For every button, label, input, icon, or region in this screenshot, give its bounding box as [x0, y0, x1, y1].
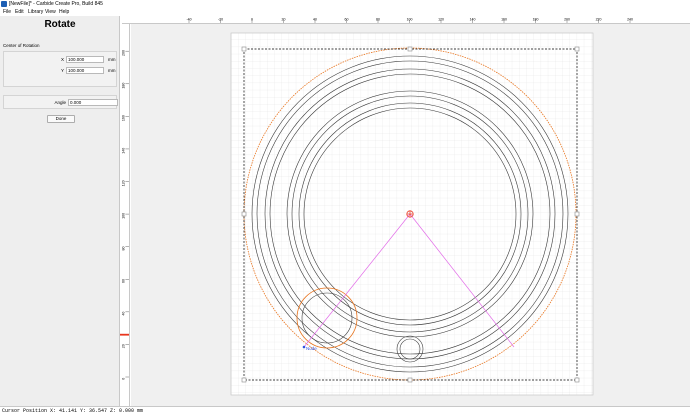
menu-library[interactable]: Library: [28, 9, 43, 16]
ruler-tick-label: 140: [470, 17, 476, 21]
design-canvas[interactable]: Node: [131, 24, 690, 406]
menu-file[interactable]: File: [3, 9, 11, 16]
handle[interactable]: [241, 377, 247, 383]
ruler-tick-label: 200: [564, 17, 570, 21]
ruler-tick-label: 80: [122, 246, 126, 250]
ruler-tick-label: -20: [218, 17, 223, 21]
center-of-rotation-group: X mm Y mm: [3, 51, 117, 87]
menu-edit[interactable]: Edit: [15, 9, 24, 16]
menu-bar: File Edit Library View Help: [0, 9, 690, 16]
done-button[interactable]: Done: [47, 115, 75, 123]
ruler-tick-label: 120: [122, 180, 126, 186]
ruler-tick-label: 220: [596, 17, 602, 21]
ruler-tick-label: 60: [345, 17, 349, 21]
y-input[interactable]: [66, 67, 104, 74]
ruler-tick-label: 80: [376, 17, 380, 21]
ruler-tick-label: 180: [533, 17, 539, 21]
angle-group: Angle: [3, 95, 118, 109]
node-dot[interactable]: [302, 345, 306, 349]
ruler-tick-label: 0: [251, 17, 253, 21]
ruler-tick-label: 120: [438, 17, 444, 21]
ruler-tick-label: 100: [407, 17, 413, 21]
ruler-tick-label: 180: [122, 83, 126, 89]
ruler-tick-label: 0: [121, 378, 125, 380]
handle[interactable]: [407, 377, 413, 383]
ruler-tick-label: -40: [186, 17, 191, 21]
vertical-ruler: 200180160140120100806040200: [120, 24, 130, 406]
ruler-tick-label: 20: [282, 17, 286, 21]
menu-help[interactable]: Help: [59, 9, 69, 16]
ruler-tick-label: 40: [122, 312, 126, 316]
angle-input[interactable]: [68, 99, 118, 106]
ruler-tick-label: 140: [122, 148, 126, 154]
ruler-tick-label: 200: [122, 50, 126, 56]
horizontal-ruler: -40 -20 0 20 40 60 80 100 120 140 160 180 200 220 240: [122, 16, 690, 24]
handle[interactable]: [574, 46, 580, 52]
node-label: Node: [306, 346, 317, 351]
x-label: X: [60, 57, 64, 62]
cursor-marker: [120, 333, 129, 336]
handle[interactable]: [574, 377, 580, 383]
ruler-tick-label: 100: [121, 213, 125, 219]
ruler-tick-label: 240: [627, 17, 633, 21]
menu-view[interactable]: View: [45, 9, 56, 16]
ruler-tick-label: 160: [501, 17, 507, 21]
handle[interactable]: [241, 211, 247, 217]
status-bar: Cursor Position X: 41.141 Y: 36.547 Z: 0…: [0, 406, 690, 414]
app-icon: [1, 1, 7, 7]
ruler-tick-label: 60: [122, 279, 126, 283]
handle[interactable]: [241, 46, 247, 52]
y-label: Y: [60, 68, 64, 73]
y-unit: mm: [108, 68, 116, 73]
rotation-center-icon[interactable]: [406, 210, 414, 218]
ruler-tick-label: 20: [122, 344, 126, 348]
canvas-svg[interactable]: Node: [131, 24, 690, 406]
handle[interactable]: [407, 46, 413, 52]
title-bar: [NewFile]* - Carbide Create Pro, Build 8…: [0, 0, 690, 9]
window-title: [NewFile]* - Carbide Create Pro, Build 8…: [9, 1, 103, 7]
rotate-panel: Rotate Center of Rotation X mm Y mm Angl…: [0, 16, 120, 406]
panel-title: Rotate: [44, 19, 76, 30]
ruler-tick-label: 160: [122, 115, 126, 121]
ruler-tick-label: 40: [313, 17, 317, 21]
x-unit: mm: [108, 57, 116, 62]
angle-label: Angle: [54, 100, 66, 105]
handle[interactable]: [574, 211, 580, 217]
center-of-rotation-label: Center of Rotation: [3, 43, 40, 48]
x-input[interactable]: [66, 56, 104, 63]
